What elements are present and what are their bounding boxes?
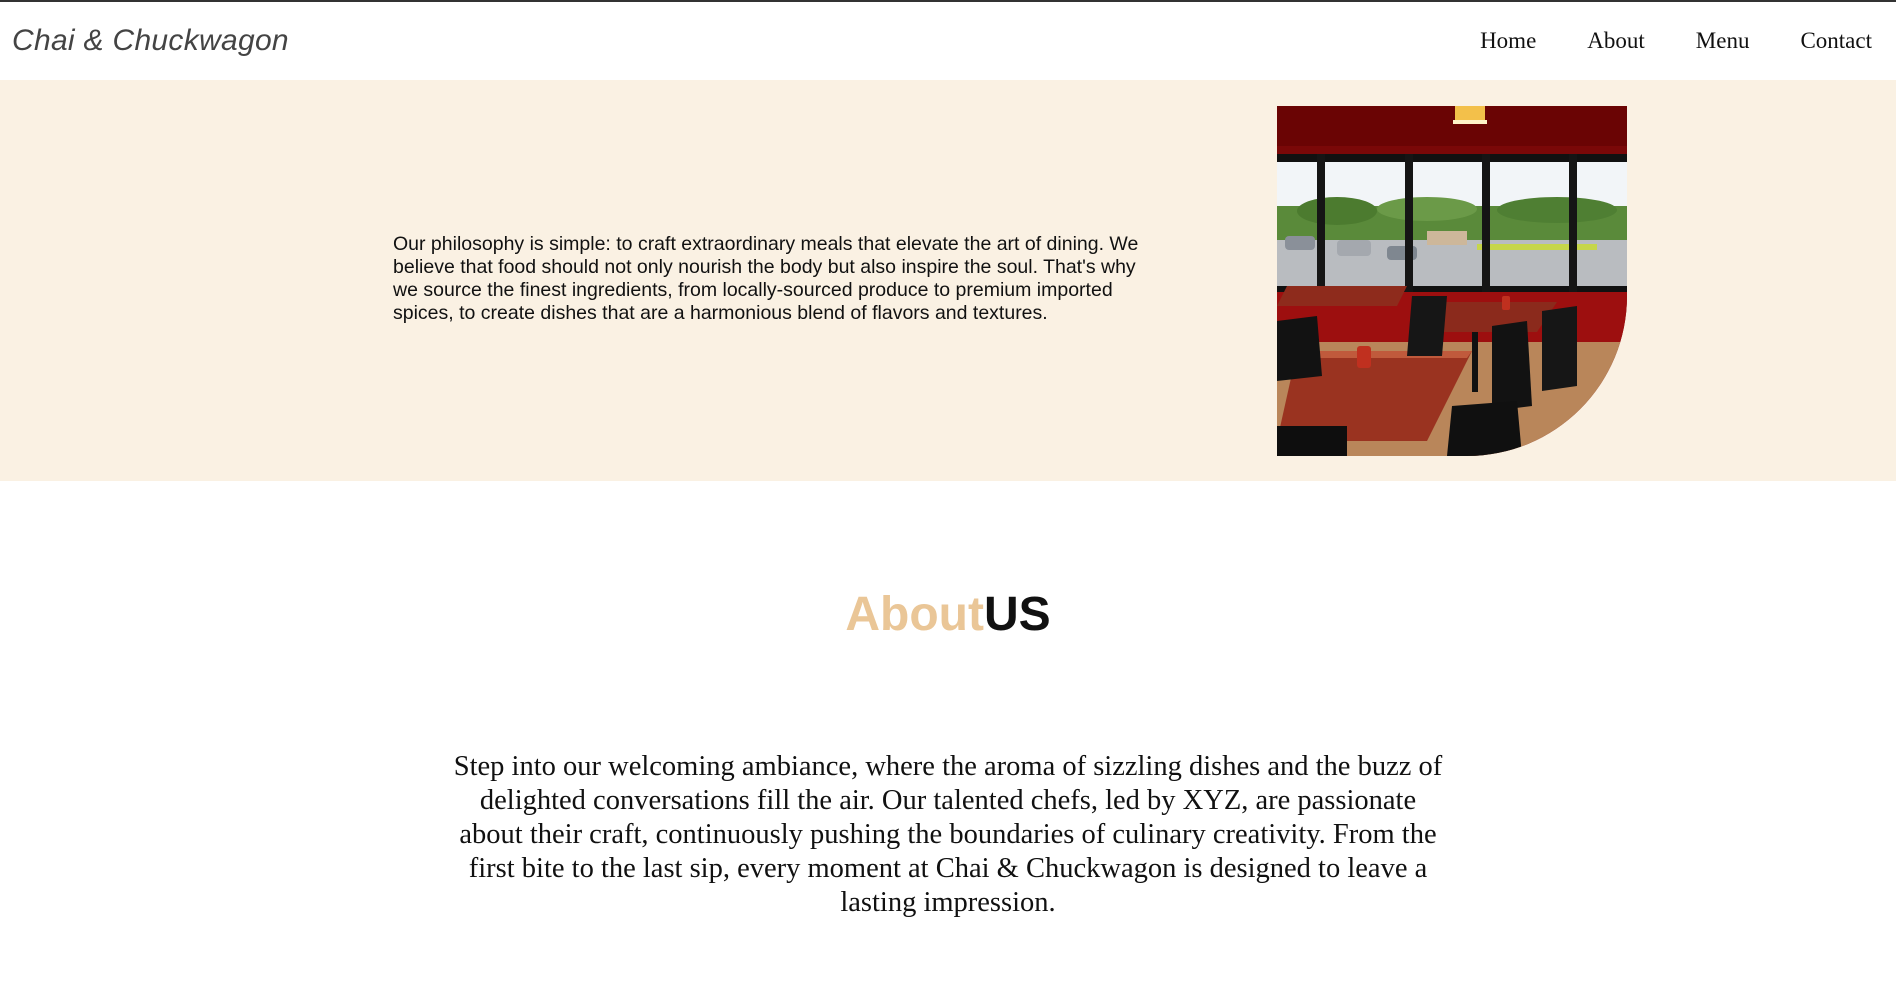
nav-link-about[interactable]: About (1587, 28, 1645, 54)
nav-link-home[interactable]: Home (1480, 28, 1536, 54)
about-title: AboutUS (0, 587, 1896, 642)
navbar: Chai & Chuckwagon Home About Menu Contac… (0, 4, 1896, 80)
brand-logo-text[interactable]: Chai & Chuckwagon (12, 24, 289, 58)
about-section: AboutUS Step into our welcoming ambiance… (0, 481, 1896, 1000)
about-title-main: US (983, 588, 1051, 641)
nav-link-contact[interactable]: Contact (1800, 28, 1872, 54)
about-title-accent: About (845, 588, 984, 641)
philosophy-text: Our philosophy is simple: to craft extra… (393, 233, 1139, 324)
about-text: Step into our welcoming ambiance, where … (453, 751, 1443, 918)
hero-section: Our philosophy is simple: to craft extra… (0, 80, 1896, 481)
nav-link-menu[interactable]: Menu (1696, 28, 1750, 54)
nav-links: Home About Menu Contact (1480, 28, 1872, 54)
restaurant-interior-photo (1277, 106, 1627, 456)
